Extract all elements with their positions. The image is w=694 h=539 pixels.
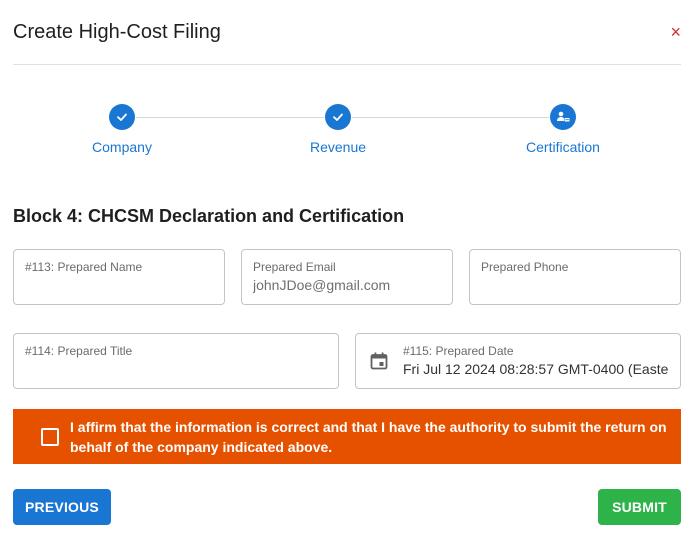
- prepared-email-field[interactable]: Prepared Email johnJDoe@gmail.com: [241, 249, 453, 305]
- step-label: Company: [92, 139, 152, 155]
- stepper: Company Revenue Certification: [0, 104, 694, 164]
- step-label: Revenue: [309, 139, 367, 155]
- field-label: Prepared Email: [253, 260, 336, 274]
- certification-icon: [550, 104, 576, 130]
- field-value: Fri Jul 12 2024 08:28:57 GMT-0400 (Easte…: [403, 361, 668, 377]
- field-value: johnJDoe@gmail.com: [253, 277, 391, 293]
- step-revenue[interactable]: Revenue: [278, 104, 398, 155]
- check-icon: [109, 104, 135, 130]
- dialog-header: Create High-Cost Filing ×: [13, 0, 681, 65]
- check-icon: [325, 104, 351, 130]
- affirmation-banner: I affirm that the information is correct…: [13, 409, 681, 464]
- step-company[interactable]: Company: [62, 104, 182, 155]
- previous-button[interactable]: PREVIOUS: [13, 489, 111, 525]
- field-label: Prepared Phone: [481, 260, 569, 274]
- submit-button[interactable]: SUBMIT: [598, 489, 681, 525]
- field-label: #115: Prepared Date: [403, 344, 514, 358]
- field-label: #113: Prepared Name: [25, 260, 143, 274]
- prepared-date-field[interactable]: #115: Prepared Date Fri Jul 12 2024 08:2…: [355, 333, 681, 389]
- field-label: #114: Prepared Title: [25, 344, 133, 358]
- close-icon[interactable]: ×: [665, 21, 681, 43]
- step-label: Certification: [526, 139, 600, 155]
- prepared-title-field[interactable]: #114: Prepared Title: [13, 333, 339, 389]
- prepared-name-field[interactable]: #113: Prepared Name: [13, 249, 225, 305]
- step-certification[interactable]: Certification: [503, 104, 623, 155]
- calendar-icon[interactable]: [369, 351, 389, 376]
- section-title: Block 4: CHCSM Declaration and Certifica…: [13, 206, 405, 226]
- dialog-title: Create High-Cost Filing: [13, 21, 221, 43]
- prepared-phone-field[interactable]: Prepared Phone: [469, 249, 681, 305]
- affirmation-text: I affirm that the information is correct…: [70, 419, 667, 455]
- affirm-checkbox[interactable]: [41, 428, 59, 446]
